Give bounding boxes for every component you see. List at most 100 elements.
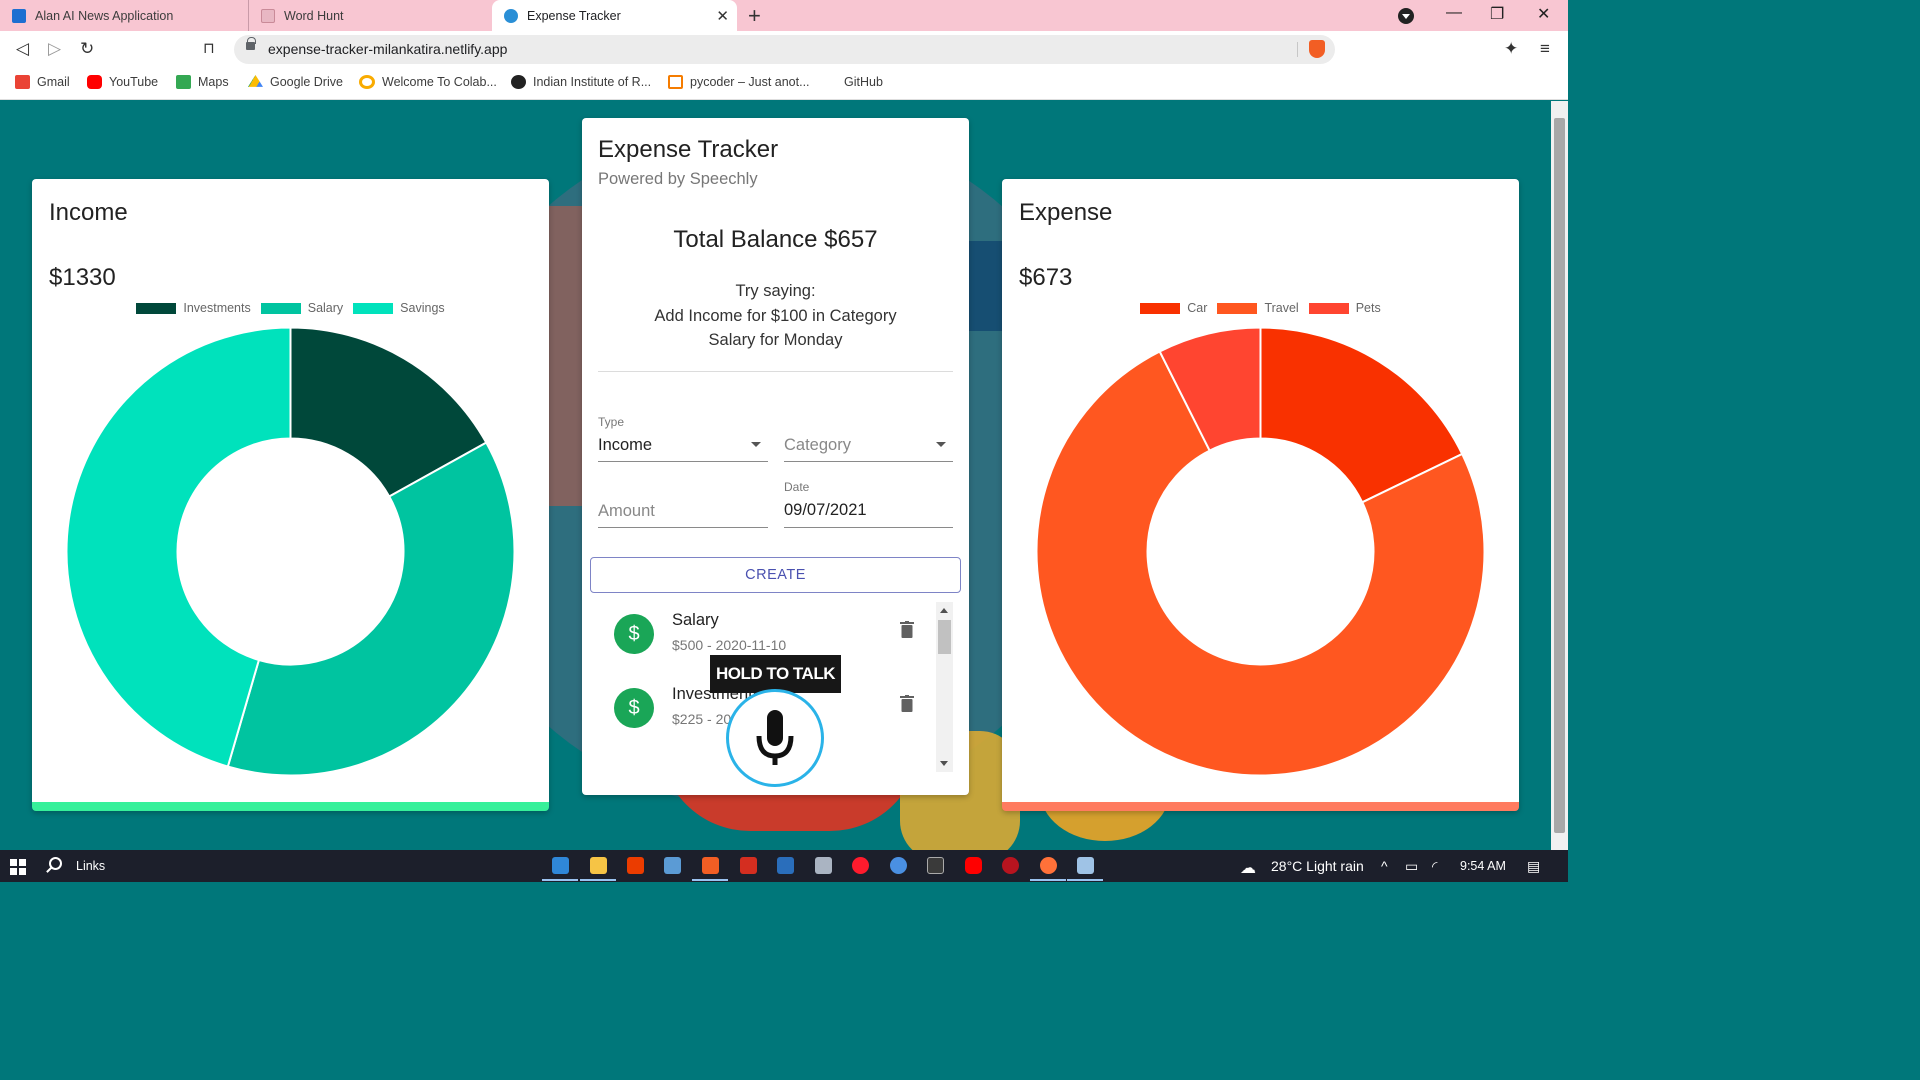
bookmark-iir[interactable]: Indian Institute of R... (511, 75, 651, 89)
minimize-icon[interactable]: — (1446, 4, 1462, 22)
date-input[interactable]: Date 09/07/2021 (784, 480, 953, 528)
url-text[interactable]: expense-tracker-milankatira.netlify.app (268, 41, 507, 57)
maximize-icon[interactable]: ❐ (1490, 4, 1504, 24)
youtube-app-icon[interactable] (965, 857, 982, 874)
bookmark-label: GitHub (844, 75, 883, 89)
income-card: Income $1330 Investments Salary Savings (32, 179, 549, 811)
file-explorer-icon[interactable] (590, 857, 607, 874)
globe-icon (511, 75, 526, 89)
expense-tracker-favicon-icon (504, 8, 518, 23)
acrobat-icon[interactable] (740, 857, 757, 874)
legend-item-savings[interactable]: Savings (353, 301, 445, 315)
window-close-icon[interactable]: ✕ (1537, 4, 1550, 24)
windows-start-icon[interactable] (10, 859, 26, 875)
tab-search-icon[interactable] (1398, 8, 1414, 24)
date-label: Date (784, 480, 810, 494)
terminal-icon[interactable] (927, 857, 944, 874)
bookmark-github[interactable]: GitHub (822, 75, 883, 89)
bookmark-gmail[interactable]: Gmail (15, 75, 70, 89)
legend-item-travel[interactable]: Travel (1217, 301, 1299, 315)
bookmark-label: Welcome To Colab... (382, 75, 497, 89)
new-tab-icon[interactable]: + (748, 3, 761, 29)
category-select[interactable]: Category (784, 414, 953, 462)
bookmark-icon[interactable]: ⊓ (203, 39, 215, 57)
opera-icon[interactable] (852, 857, 869, 874)
delete-icon[interactable] (900, 695, 914, 712)
bookmark-label: Maps (198, 75, 229, 89)
weather-text[interactable]: 28°C Light rain (1271, 858, 1364, 874)
tab-word-hunt[interactable]: Word Hunt (248, 0, 492, 31)
menu-icon[interactable]: ≡ (1540, 39, 1550, 59)
income-slice-salary[interactable] (226, 441, 516, 777)
voice-hint: Try saying: Add Income for $100 in Categ… (582, 279, 969, 353)
total-balance: Total Balance $657 (673, 226, 878, 253)
type-select[interactable]: Type Income (598, 414, 768, 462)
extensions-icon[interactable]: ✦ (1504, 39, 1518, 59)
active-app-indicator (1067, 879, 1103, 881)
microphone-icon (756, 710, 794, 765)
tab-label: Alan AI News Application (35, 8, 174, 23)
legend-swatch (1140, 302, 1181, 314)
clock[interactable]: 9:54 AM (1460, 859, 1506, 873)
list-scrollbar[interactable] (936, 602, 953, 772)
notifications-icon[interactable]: ▤ (1527, 858, 1540, 875)
push-to-talk-button[interactable] (726, 689, 824, 787)
tab-expense-tracker[interactable]: Expense Tracker ✕ (492, 0, 737, 31)
bookmark-label: Gmail (37, 75, 70, 89)
legend-label: Savings (400, 301, 445, 315)
powershell-icon[interactable] (777, 857, 794, 874)
scroll-thumb[interactable] (938, 620, 951, 654)
bookmark-pycoder[interactable]: pycoder – Just anot... (668, 75, 810, 89)
github-icon (822, 75, 837, 89)
amount-input[interactable]: Amount (598, 480, 768, 528)
address-bar[interactable]: expense-tracker-milankatira.netlify.app (234, 35, 1335, 64)
scroll-down-icon[interactable] (940, 761, 948, 766)
office-icon[interactable] (627, 857, 644, 874)
reload-icon[interactable]: ↻ (80, 39, 94, 59)
chevron-down-icon (751, 442, 761, 447)
category-placeholder: Category (784, 436, 851, 454)
weather-cloud-icon[interactable]: ☁ (1240, 858, 1256, 878)
firefox-icon[interactable] (1040, 857, 1057, 874)
legend-swatch (260, 302, 301, 314)
bookmark-maps[interactable]: Maps (176, 75, 229, 89)
search-icon[interactable] (49, 857, 62, 870)
app-icon[interactable] (1002, 857, 1019, 874)
app-icon[interactable] (815, 857, 832, 874)
legend-swatch (136, 302, 177, 314)
income-legend: Investments Salary Savings (32, 301, 549, 315)
tab-alan-ai[interactable]: Alan AI News Application (0, 0, 248, 31)
legend-item-investments[interactable]: Investments (136, 301, 251, 315)
bookmark-google-drive[interactable]: Google Drive (248, 75, 343, 89)
legend-label: Car (1187, 301, 1208, 315)
delete-icon[interactable] (900, 621, 914, 638)
legend-item-car[interactable]: Car (1140, 301, 1207, 315)
tab-strip: Alan AI News Application Word Hunt Expen… (0, 0, 1568, 31)
bookmark-colab[interactable]: Welcome To Colab... (359, 75, 497, 89)
app-icon[interactable] (664, 857, 681, 874)
expense-card: Expense $673 Car Travel Pets (1002, 179, 1519, 811)
chevron-up-icon[interactable]: ^ (1381, 858, 1388, 874)
battery-icon[interactable]: ▭ (1405, 858, 1418, 875)
amount-placeholder: Amount (598, 502, 655, 520)
wifi-icon[interactable]: ◜ (1432, 858, 1437, 875)
brave-icon[interactable] (702, 857, 719, 874)
page-scroll-thumb[interactable] (1554, 118, 1565, 833)
bookmark-youtube[interactable]: YouTube (87, 75, 158, 89)
scroll-up-icon[interactable] (940, 608, 948, 613)
legend-label: Travel (1264, 301, 1299, 315)
vscode-icon[interactable] (552, 857, 569, 874)
create-button[interactable]: CREATE (590, 557, 961, 593)
page-scrollbar[interactable] (1551, 101, 1568, 850)
brave-shields-icon[interactable] (1309, 40, 1325, 58)
app-icon[interactable] (1077, 857, 1094, 874)
legend-item-pets[interactable]: Pets (1308, 301, 1381, 315)
taskbar-search-label[interactable]: Links (76, 859, 105, 873)
legend-item-salary[interactable]: Salary (260, 301, 343, 315)
legend-swatch (1308, 302, 1349, 314)
back-icon[interactable]: ◁ (16, 39, 29, 59)
forward-icon[interactable]: ▷ (48, 39, 61, 59)
legend-swatch (353, 302, 394, 314)
app-icon[interactable] (890, 857, 907, 874)
close-tab-icon[interactable]: ✕ (716, 7, 729, 25)
